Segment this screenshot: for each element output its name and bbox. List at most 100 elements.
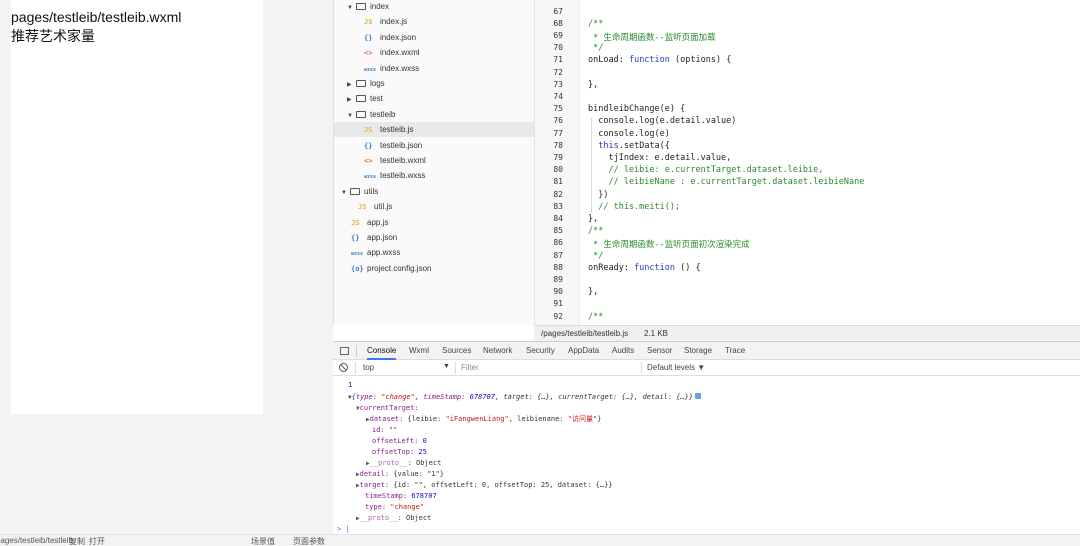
line-number: 83 bbox=[553, 201, 563, 211]
tree-file[interactable]: JS index.js bbox=[334, 14, 535, 29]
line-number: 86 bbox=[553, 238, 563, 248]
line-number-gutter: 67 68 69 70 71 72 73 74 75 76 77 78 79 80 81 82 83 84 85 86… bbox=[535, 0, 580, 325]
tree-folder[interactable]: ▶ test bbox=[334, 91, 535, 106]
console-prop-timestamp: timeStamp: 678707 bbox=[365, 491, 437, 502]
tree-item-label: index bbox=[370, 2, 390, 11]
console-prop-dataset[interactable]: ▶dataset: {leibie: "iFangwenLiang", leib… bbox=[366, 414, 601, 425]
json-file-icon: {} bbox=[364, 33, 373, 42]
tab-wxml[interactable]: Wxml bbox=[409, 342, 429, 360]
tree-file[interactable]: {o} project.config.json bbox=[334, 261, 535, 276]
js-file-icon: JS bbox=[358, 203, 367, 212]
js-file-icon: JS bbox=[364, 18, 373, 27]
tree-file[interactable]: <> testleib.wxml bbox=[334, 153, 535, 168]
tree-item-label: testleib.js bbox=[380, 125, 414, 135]
tree-item-label: util.js bbox=[374, 202, 393, 212]
tab-appdata[interactable]: AppData bbox=[568, 342, 599, 360]
console-prop-currenttarget[interactable]: ▼currentTarget: bbox=[356, 403, 419, 414]
code-line: this.setData({ bbox=[598, 140, 670, 151]
line-number: 78 bbox=[553, 140, 563, 150]
context-select[interactable]: top bbox=[363, 363, 374, 372]
obj-rest: , target: {…}, currentTarget: {…}, detai… bbox=[494, 393, 694, 401]
prop-key: target: bbox=[359, 481, 390, 489]
console-prop-proto[interactable]: ▶__proto__: Object bbox=[356, 513, 431, 524]
prop-number: 0 bbox=[418, 437, 427, 445]
inspect-element-icon[interactable] bbox=[340, 347, 349, 355]
tab-storage[interactable]: Storage bbox=[684, 342, 712, 360]
tree-file[interactable]: <> index.wxml bbox=[334, 45, 535, 60]
page-label-text: 推荐艺术家量 bbox=[11, 29, 95, 45]
tree-item-label: app.js bbox=[367, 217, 389, 227]
js-file-icon: JS bbox=[351, 218, 360, 227]
divider bbox=[455, 362, 456, 374]
tab-audits[interactable]: Audits bbox=[612, 342, 634, 360]
tree-file[interactable]: JS util.js bbox=[334, 199, 535, 214]
prompt-icon: > | bbox=[337, 525, 350, 533]
tab-sensor[interactable]: Sensor bbox=[647, 342, 672, 360]
clear-console-icon[interactable] bbox=[339, 363, 348, 372]
folder-icon bbox=[356, 110, 366, 118]
tree-folder[interactable]: ▶ logs bbox=[334, 76, 535, 91]
copy-link[interactable]: 复制 bbox=[69, 536, 85, 546]
tree-item-label: project.config.json bbox=[367, 263, 432, 273]
open-link[interactable]: 打开 bbox=[89, 536, 105, 546]
tree-file[interactable]: {} testleib.json bbox=[334, 138, 535, 153]
tree-folder[interactable]: ▼ testleib bbox=[334, 107, 535, 122]
prop-key: timeStamp: bbox=[365, 492, 408, 500]
info-icon[interactable] bbox=[695, 393, 702, 399]
tree-item-label: index.wxss bbox=[380, 63, 420, 73]
console-output[interactable]: 1 ▼{type: "change", timeStamp: 678707, t… bbox=[333, 376, 1080, 534]
console-prop-proto[interactable]: ▶__proto__: Object bbox=[366, 458, 441, 469]
chevron-down-icon[interactable]: ▼ bbox=[443, 363, 450, 370]
simulator-panel: pages/testleib/testleib.wxml 推荐艺术家量 bbox=[0, 0, 333, 534]
code-line: // leibieNane : e.currentTarget.dataset.… bbox=[588, 177, 865, 188]
code-line: // this.meiti(); bbox=[588, 201, 681, 212]
editor-file-info: /pages/testleib/testleib.js 2.1 KB bbox=[534, 325, 1080, 341]
tab-network[interactable]: Network bbox=[483, 342, 512, 360]
tree-item-label: testleib.wxml bbox=[380, 156, 426, 165]
tree-item-label: app.json bbox=[367, 233, 398, 242]
js-file-icon: JS bbox=[364, 126, 373, 135]
prop-text: {id: "", offsetLeft: 0, offsetTop: 25, d… bbox=[389, 481, 613, 489]
line-number: 77 bbox=[553, 128, 563, 138]
code-line: console.log(e) bbox=[588, 128, 670, 139]
console-prop-target[interactable]: ▶target: {id: "", offsetLeft: 0, offsetT… bbox=[356, 480, 613, 491]
tree-file[interactable]: {} app.json bbox=[334, 230, 535, 245]
tab-trace[interactable]: Trace bbox=[725, 342, 745, 360]
tab-sources[interactable]: Sources bbox=[442, 342, 471, 360]
console-object-summary[interactable]: ▼{type: "change", timeStamp: 678707, tar… bbox=[348, 392, 702, 403]
editor-file-size: 2.1 KB bbox=[644, 329, 669, 338]
folder-icon bbox=[356, 95, 366, 103]
obj-value: "change" bbox=[381, 393, 415, 401]
tree-file[interactable]: wxss app.wxss bbox=[334, 245, 535, 260]
tree-file[interactable]: JS testleib.js bbox=[334, 122, 535, 138]
tree-file[interactable]: wxss testleib.wxss bbox=[334, 168, 535, 183]
console-prop-offsettop: offsetTop: 25 bbox=[372, 447, 427, 458]
obj-key: timeStamp bbox=[423, 393, 462, 401]
tree-item-label: testleib.wxss bbox=[380, 171, 426, 181]
tree-folder[interactable]: ▼ utils bbox=[334, 184, 535, 199]
tree-file[interactable]: JS app.js bbox=[334, 215, 535, 230]
tree-folder[interactable]: ▼ index bbox=[334, 0, 535, 14]
line-number: 82 bbox=[553, 189, 563, 199]
page-params-button[interactable]: 页面参数 bbox=[293, 536, 325, 546]
divider bbox=[356, 345, 357, 357]
scene-value-button[interactable]: 场景值 bbox=[251, 536, 275, 546]
line-number: 88 bbox=[553, 262, 563, 272]
code-line: /** bbox=[588, 18, 604, 29]
filter-input[interactable]: Filter bbox=[461, 363, 479, 372]
tab-console[interactable]: Console bbox=[367, 342, 397, 360]
log-levels-select[interactable]: Default levels ▼ bbox=[647, 363, 705, 372]
prop-key: __proto__ bbox=[359, 514, 398, 522]
console-prop-detail[interactable]: ▶detail: {value: "1"} bbox=[356, 469, 444, 480]
folder-icon bbox=[350, 187, 360, 195]
tree-file[interactable]: wxss index.wxss bbox=[334, 61, 535, 76]
tree-file[interactable]: {} index.json bbox=[334, 30, 535, 45]
console-prop-offsetleft: offsetLeft: 0 bbox=[372, 436, 427, 447]
prop-key: detail: bbox=[359, 470, 390, 478]
code-editor[interactable]: 67 68 69 70 71 72 73 74 75 76 77 78 79 80 81 82 83 84 85 86… bbox=[534, 0, 1080, 325]
code-line: * 生命周期函数--监听页面加载 bbox=[588, 32, 716, 43]
file-tree: ▼ index JS index.js {} index.json <> index.wxml… bbox=[333, 0, 535, 325]
console-prop-type: type: "change" bbox=[365, 502, 424, 513]
obj-key: type bbox=[355, 393, 373, 401]
tab-security[interactable]: Security bbox=[526, 342, 555, 360]
